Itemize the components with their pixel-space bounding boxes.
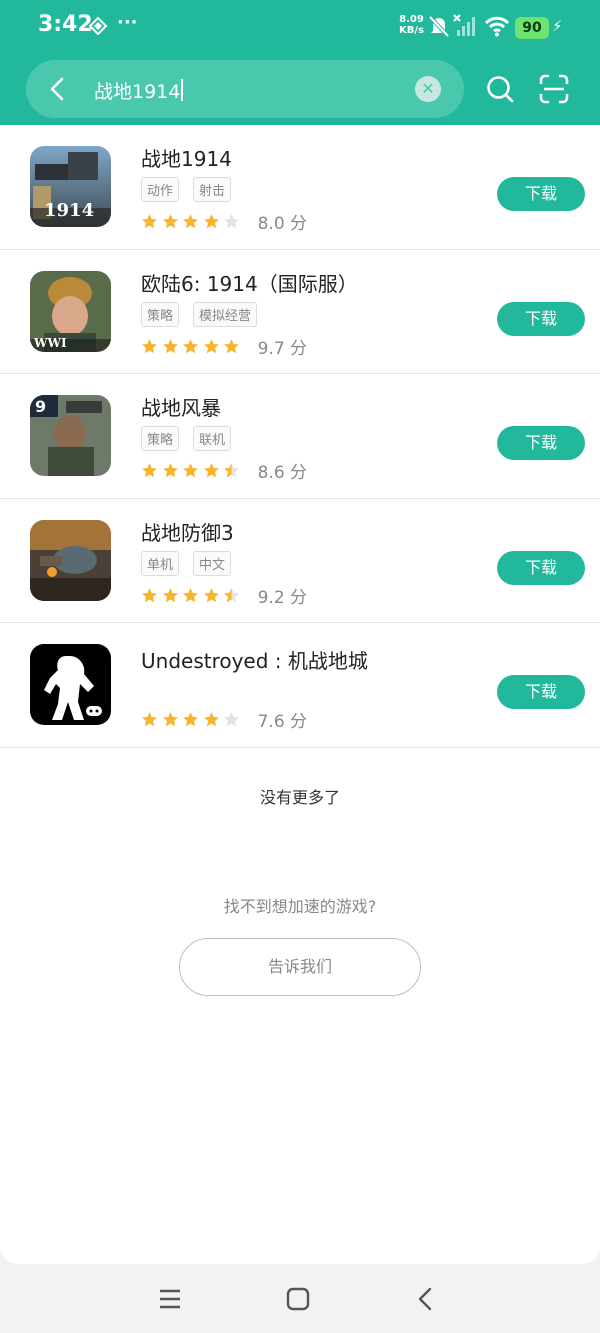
status-time: 3:42 bbox=[38, 12, 93, 37]
system-nav-bar bbox=[0, 1264, 600, 1333]
tell-us-button[interactable]: 告诉我们 bbox=[179, 938, 421, 996]
download-button[interactable]: 下载 bbox=[497, 675, 585, 709]
star-icon bbox=[183, 463, 198, 478]
mute-icon bbox=[428, 15, 450, 38]
scan-icon[interactable] bbox=[539, 74, 569, 104]
no-more-text: 没有更多了 bbox=[259, 788, 340, 807]
status-dots: ··· bbox=[117, 12, 138, 33]
signal-icon bbox=[453, 14, 475, 36]
star-icon bbox=[162, 338, 178, 353]
game-title[interactable]: 战地风暴 bbox=[141, 392, 221, 421]
tag: 策略 bbox=[141, 301, 180, 327]
tag: 策略 bbox=[141, 426, 180, 451]
star-icon bbox=[183, 712, 198, 727]
star-half-icon bbox=[224, 587, 239, 602]
rating: 7.6 分 bbox=[141, 707, 307, 732]
tag: 动作 bbox=[141, 177, 180, 202]
star-icon bbox=[203, 712, 219, 727]
star-icon bbox=[203, 463, 219, 478]
star-icon bbox=[142, 463, 157, 478]
rating: 9.7 分 bbox=[141, 334, 307, 359]
star-icon bbox=[183, 338, 198, 353]
tag-group: 策略 联机 bbox=[141, 426, 245, 451]
star-icon bbox=[183, 214, 198, 229]
game-title[interactable]: 战地防御3 bbox=[141, 517, 234, 546]
score: 9.2 分 bbox=[257, 587, 308, 608]
game-icon-undestroyed[interactable] bbox=[30, 644, 111, 725]
rating: 9.2 分 bbox=[141, 583, 307, 608]
search-icon[interactable] bbox=[485, 74, 515, 104]
download-button[interactable]: 下载 bbox=[497, 550, 585, 585]
star-icon bbox=[162, 587, 178, 602]
star-empty-icon bbox=[224, 712, 239, 727]
star-icon bbox=[203, 338, 219, 353]
game-icon-field-defense-3[interactable] bbox=[30, 519, 111, 601]
game-icon-europa-1914[interactable]: WWI bbox=[30, 270, 111, 352]
menu-icon[interactable] bbox=[155, 1284, 185, 1314]
charging-icon: ⚡ bbox=[552, 17, 563, 35]
star-icon bbox=[162, 463, 178, 478]
battery-level: 90 bbox=[515, 17, 549, 39]
rating: 8.0 分 bbox=[141, 209, 307, 234]
star-icon bbox=[162, 712, 178, 727]
star-icon bbox=[142, 214, 157, 229]
back-icon[interactable] bbox=[411, 1284, 441, 1314]
download-button[interactable]: 下载 bbox=[497, 301, 585, 336]
clear-icon[interactable]: ✕ bbox=[415, 76, 441, 102]
star-icon bbox=[203, 587, 219, 602]
game-icon-battle-storm[interactable]: 9 bbox=[30, 395, 111, 476]
list-item[interactable]: 战地防御3 单机 中文 9.2 分 下载 bbox=[0, 499, 600, 623]
game-icon-battlefield-1914[interactable]: 1914 bbox=[30, 146, 111, 227]
tag-group: 策略 模拟经营 bbox=[141, 301, 271, 327]
tag: 模拟经营 bbox=[193, 301, 258, 327]
score: 7.6 分 bbox=[257, 712, 308, 732]
search-bar[interactable]: 战地1914 ✕ bbox=[26, 60, 464, 118]
wifi-icon bbox=[484, 16, 510, 37]
download-button[interactable]: 下载 bbox=[497, 426, 585, 460]
result-list: 1914 战地1914 动作 射击 8.0 分 下载 WWI 欧陆6: 1914（… bbox=[0, 125, 600, 748]
list-item[interactable]: WWI 欧陆6: 1914（国际服） 策略 模拟经营 9.7 分 下载 bbox=[0, 250, 600, 374]
net-speed: 8.09 KB/s bbox=[399, 14, 424, 36]
vpn-icon bbox=[89, 17, 107, 35]
list-item[interactable]: Undestroyed : 机战地城 7.6 分 下载 bbox=[0, 623, 600, 748]
list-footer: 没有更多了 找不到想加速的游戏? 告诉我们 bbox=[0, 748, 600, 1264]
tag: 单机 bbox=[141, 550, 180, 576]
game-title[interactable]: 战地1914 bbox=[141, 143, 232, 172]
download-button[interactable]: 下载 bbox=[497, 177, 585, 211]
status-bar: 3:42 ··· 8.09 KB/s 90 ⚡ bbox=[0, 0, 600, 52]
text-caret bbox=[181, 79, 184, 101]
home-icon[interactable] bbox=[283, 1284, 313, 1314]
rating: 8.6 分 bbox=[141, 458, 307, 483]
star-icon bbox=[142, 587, 157, 602]
game-icon-label: WWI bbox=[34, 335, 67, 350]
star-icon bbox=[183, 587, 198, 602]
score: 8.6 分 bbox=[257, 463, 308, 483]
game-icon-label: 1914 bbox=[44, 200, 95, 221]
top-bar: 3:42 ··· 8.09 KB/s 90 ⚡ 战地1914 ✕ bbox=[0, 0, 600, 125]
list-item[interactable]: 1914 战地1914 动作 射击 8.0 分 下载 bbox=[0, 125, 600, 250]
list-item[interactable]: 9 战地风暴 策略 联机 8.6 分 下载 bbox=[0, 374, 600, 499]
tag: 射击 bbox=[193, 177, 232, 202]
star-icon bbox=[162, 214, 178, 229]
star-icon bbox=[142, 712, 157, 727]
star-icon bbox=[142, 338, 157, 353]
score: 8.0 分 bbox=[257, 214, 308, 234]
score: 9.7 分 bbox=[257, 338, 308, 359]
game-title[interactable]: Undestroyed : 机战地城 bbox=[141, 645, 368, 674]
tag-group: 动作 射击 bbox=[141, 177, 245, 202]
star-icon bbox=[203, 214, 219, 229]
tag-group: 单机 中文 bbox=[141, 550, 245, 576]
cant-find-text: 找不到想加速的游戏? bbox=[223, 897, 377, 916]
tag: 中文 bbox=[193, 550, 232, 576]
search-input[interactable]: 战地1914 bbox=[94, 77, 184, 104]
game-title[interactable]: 欧陆6: 1914（国际服） bbox=[141, 268, 358, 297]
chevron-left-icon[interactable] bbox=[44, 75, 72, 103]
game-icon-label: 9 bbox=[35, 397, 47, 416]
tag: 联机 bbox=[193, 426, 232, 451]
star-half-icon bbox=[224, 463, 239, 478]
star-icon bbox=[224, 338, 239, 353]
star-empty-icon bbox=[224, 214, 239, 229]
